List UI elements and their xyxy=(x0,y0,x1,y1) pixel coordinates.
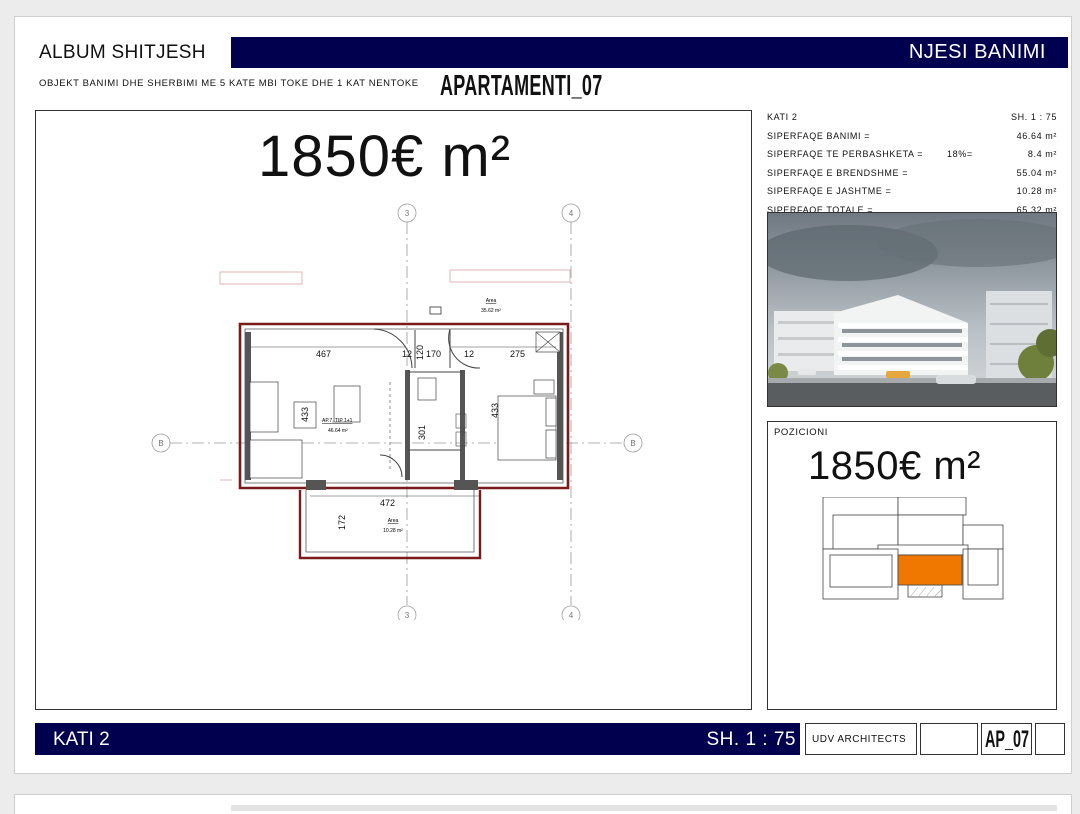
grid-label: 3 xyxy=(405,209,410,218)
area-row-value: 8.4 m² xyxy=(1027,149,1057,160)
area-summary: KATI 2 SH. 1 : 75 SIPERFAQE BANIMI = 46.… xyxy=(767,108,1057,219)
footer-floor: KATI 2 xyxy=(53,729,110,750)
position-price: 1850€ m² xyxy=(808,444,981,488)
area-row: SIPERFAQE E BRENDSHME = 55.04 m² xyxy=(767,164,1057,183)
balcony-area-value: 10.28 m² xyxy=(383,528,403,534)
area-row-label: SIPERFAQE TE PERBASHKETA = xyxy=(767,149,924,160)
dimension-label: 120 xyxy=(415,345,425,360)
info-header-row: KATI 2 SH. 1 : 75 xyxy=(767,108,1057,127)
dimension-label: 170 xyxy=(426,349,441,359)
building-rendering xyxy=(767,212,1057,407)
footer-code-cell: AP_07 xyxy=(981,723,1032,755)
area-row-label: SIPERFAQE E BRENDSHME = xyxy=(767,167,909,178)
footer-empty-cell xyxy=(1035,723,1065,755)
unit-type-title: NJESI BANIMI xyxy=(908,41,1046,63)
project-subtitle: OBJEKT BANIMI DHE SHERBIMI ME 5 KATE MBI… xyxy=(39,78,419,89)
dimension-label: 467 xyxy=(316,349,331,359)
balcony-area-label: Area xyxy=(388,518,399,524)
entrance-marker xyxy=(429,306,442,315)
grid-label: 4 xyxy=(569,611,574,620)
footer-empty-cell xyxy=(920,723,978,755)
area-row: SIPERFAQE TE PERBASHKETA = 18%= 8.4 m² xyxy=(767,145,1057,164)
position-label: POZICIONI xyxy=(774,427,828,438)
common-area-value: 35.62 m² xyxy=(481,308,501,314)
grid-label: 3 xyxy=(405,611,410,620)
dimension-label: 12 xyxy=(464,349,474,359)
album-title: ALBUM SHITJESH xyxy=(39,42,206,63)
grid-label: 4 xyxy=(569,209,574,218)
dimension-label: 301 xyxy=(417,425,427,440)
unit-area: 46.64 m² xyxy=(328,428,348,434)
area-row-pct: 18%= xyxy=(947,149,973,160)
next-sheet-edge xyxy=(14,794,1072,814)
footer-band: KATI 2 SH. 1 : 75 xyxy=(35,723,800,755)
dimension-label: 472 xyxy=(380,498,395,508)
key-plan xyxy=(822,497,1004,600)
footer-code: AP_07 xyxy=(985,726,1030,753)
scale-label: SH. 1 : 75 xyxy=(1010,112,1057,123)
dimension-label: 12 xyxy=(402,349,412,359)
dimension-label: 433 xyxy=(300,407,310,422)
area-row: SIPERFAQE E JASHTME = 10.28 m² xyxy=(767,182,1057,201)
area-row-value: 10.28 m² xyxy=(1016,186,1057,197)
dimension-label: 172 xyxy=(337,515,347,530)
header-band: NJESI BANIMI xyxy=(231,37,1068,68)
unit-label: AP.7, TIP 1+1 xyxy=(322,418,353,424)
apartment-highlight xyxy=(897,554,963,586)
area-row-label: SIPERFAQE E JASHTME = xyxy=(767,186,892,197)
area-row-label: SIPERFAQE BANIMI = xyxy=(767,130,871,141)
area-row: SIPERFAQE BANIMI = 46.64 m² xyxy=(767,127,1057,146)
area-row-value: 55.04 m² xyxy=(1016,167,1057,178)
area-row-value: 46.64 m² xyxy=(1016,130,1057,141)
floor-plan: 3 4 3 4 B B Area 35.62 m² AP.7, TIP 1+1 … xyxy=(151,203,643,620)
dimension-label: 433 xyxy=(490,403,500,418)
grid-label: B xyxy=(158,439,163,448)
grid-label: B xyxy=(630,439,635,448)
common-area-label: Area xyxy=(486,298,497,304)
dimension-label: 275 xyxy=(510,349,525,359)
floor-label: KATI 2 xyxy=(767,112,798,123)
price-per-m2: 1850€ m² xyxy=(258,124,512,189)
apartment-title: APARTAMENTI_07 xyxy=(440,70,603,102)
architects-label: UDV ARCHITECTS xyxy=(805,723,917,755)
footer-scale: SH. 1 : 75 xyxy=(706,729,796,750)
position-panel: POZICIONI 1850€ m² xyxy=(767,421,1057,710)
